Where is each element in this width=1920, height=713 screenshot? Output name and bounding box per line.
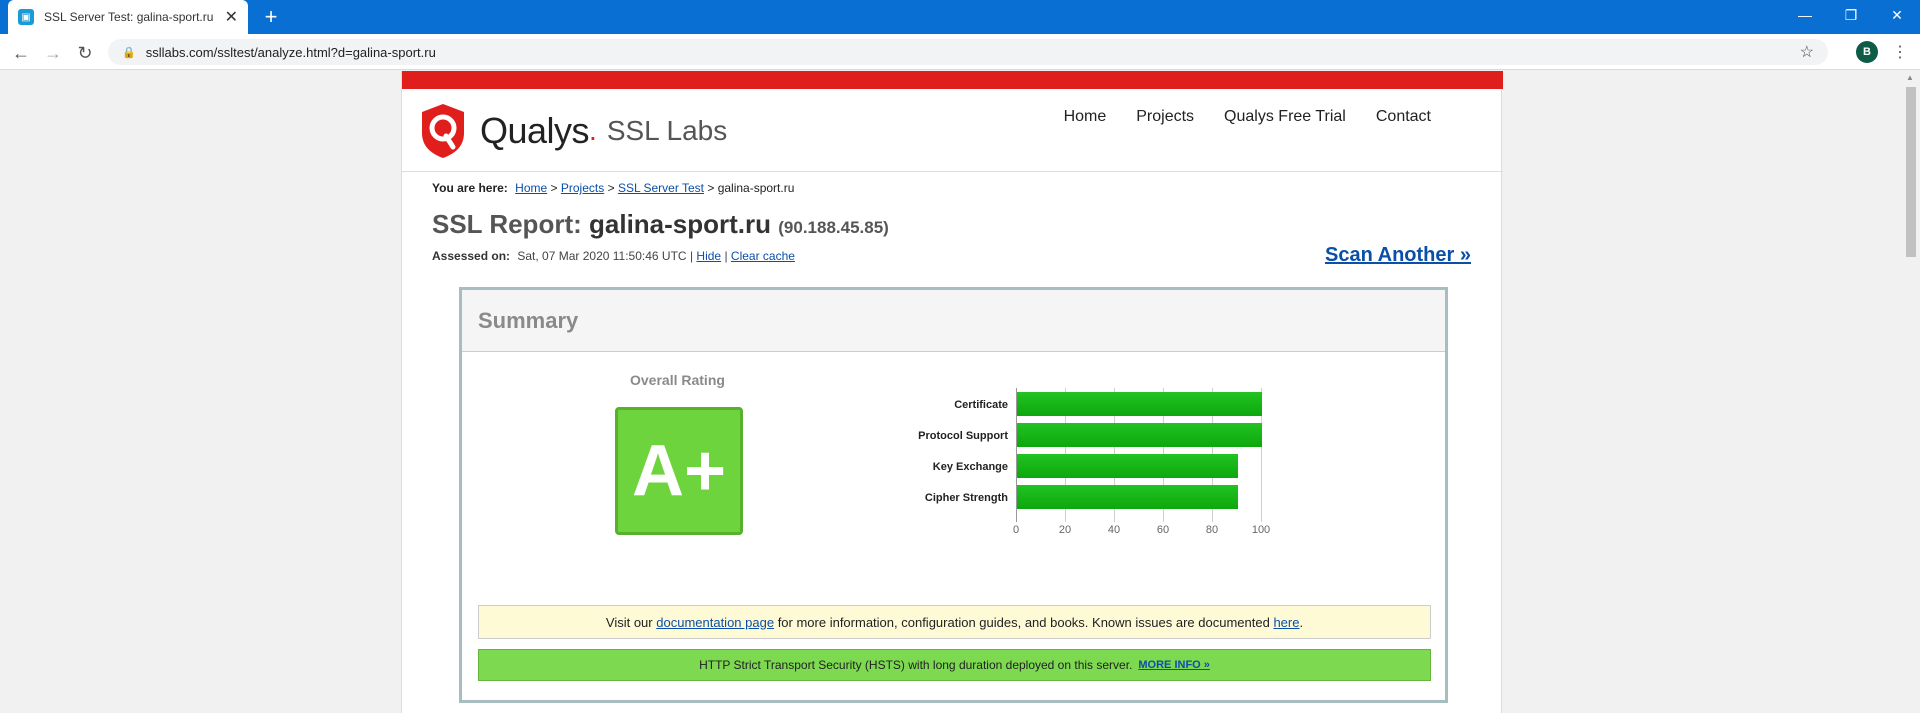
chart-bar-protocol-support bbox=[1017, 423, 1262, 447]
chart-category-label: Key Exchange bbox=[932, 461, 1008, 473]
known-issues-link[interactable]: here bbox=[1273, 615, 1299, 630]
chart-bar-cipher-strength bbox=[1017, 485, 1238, 509]
chart-bar-key-exchange bbox=[1017, 454, 1238, 478]
nav-projects[interactable]: Projects bbox=[1136, 108, 1194, 126]
hsts-text: HTTP Strict Transport Security (HSTS) wi… bbox=[699, 658, 1133, 672]
notice-text: for more information, configuration guid… bbox=[777, 614, 1270, 630]
window-controls: — ❐ ✕ bbox=[1782, 0, 1920, 34]
assessed-sep: | bbox=[724, 249, 728, 263]
grade-badge: A+ bbox=[615, 407, 743, 535]
brand-dot: . bbox=[589, 115, 597, 146]
close-window-icon[interactable]: ✕ bbox=[1874, 0, 1920, 30]
hide-link[interactable]: Hide bbox=[696, 249, 721, 263]
breadcrumb-projects[interactable]: Projects bbox=[561, 181, 604, 195]
chart-tick-label: 40 bbox=[1107, 524, 1121, 536]
chart-tick-label: 80 bbox=[1205, 524, 1219, 536]
summary-panel: Summary Overall Rating A+ 0 20 40 60 80 100 Ce… bbox=[459, 287, 1448, 703]
url-text: ssllabs.com/ssltest/analyze.html?d=galin… bbox=[145, 44, 436, 60]
new-tab-icon[interactable]: + bbox=[258, 4, 284, 30]
chart-category-label: Cipher Strength bbox=[924, 492, 1008, 504]
clear-cache-link[interactable]: Clear cache bbox=[731, 249, 795, 263]
qualys-shield-icon bbox=[422, 104, 464, 158]
page-scrollbar[interactable]: ▲ bbox=[1902, 71, 1920, 713]
breadcrumb-sep: > bbox=[607, 181, 615, 195]
breadcrumb-label: You are here: bbox=[432, 181, 508, 195]
scroll-up-arrow-icon[interactable]: ▲ bbox=[1906, 73, 1914, 82]
chart-category-label: Protocol Support bbox=[918, 430, 1008, 442]
chart-tick-label: 100 bbox=[1251, 524, 1271, 536]
lock-favicon-icon: ▣ bbox=[18, 9, 34, 25]
chart-category-label: Certificate bbox=[954, 399, 1008, 411]
forward-icon[interactable]: → bbox=[40, 40, 66, 66]
header-divider bbox=[402, 171, 1503, 172]
profile-avatar[interactable]: B bbox=[1856, 41, 1878, 63]
menu-kebab-icon[interactable]: ⋮ bbox=[1890, 40, 1910, 64]
documentation-page-link[interactable]: documentation page bbox=[656, 615, 774, 630]
breadcrumb-home[interactable]: Home bbox=[515, 181, 547, 195]
main-nav: Home Projects Qualys Free Trial Contact bbox=[1064, 108, 1431, 126]
back-icon[interactable]: ← bbox=[8, 40, 34, 66]
report-ip: (90.188.45.85) bbox=[778, 218, 889, 237]
page-container: Qualys . SSL Labs Home Projects Qualys F… bbox=[401, 71, 1503, 713]
assessed-sep: | bbox=[689, 249, 694, 263]
page-title: SSL Report: galina-sport.ru (90.188.45.8… bbox=[432, 209, 889, 240]
breadcrumb: You are here: Home > Projects > SSL Serv… bbox=[432, 181, 794, 195]
product-name: SSL Labs bbox=[606, 115, 728, 146]
nav-home[interactable]: Home bbox=[1064, 108, 1107, 126]
minimize-icon[interactable]: — bbox=[1782, 0, 1828, 30]
report-title-prefix: SSL Report: bbox=[432, 209, 582, 239]
summary-title: Summary bbox=[478, 307, 579, 333]
scan-another-link[interactable]: Scan Another » bbox=[1325, 244, 1471, 267]
report-host: galina-sport.ru bbox=[589, 209, 772, 239]
overall-rating-label: Overall Rating bbox=[630, 372, 725, 388]
notice-text: . bbox=[1299, 614, 1304, 630]
breadcrumb-current: galina-sport.ru bbox=[717, 181, 795, 195]
breadcrumb-ssl-server-test[interactable]: SSL Server Test bbox=[618, 181, 704, 195]
chart-bar-certificate bbox=[1017, 392, 1262, 416]
lock-icon: 🔒 bbox=[122, 46, 136, 59]
assessed-date: Sat, 07 Mar 2020 11:50:46 UTC bbox=[517, 249, 687, 263]
notice-text: Visit our bbox=[605, 614, 653, 630]
breadcrumb-sep: > bbox=[707, 181, 715, 195]
browser-tab[interactable]: ▣ SSL Server Test: galina-sport.ru ( ✕ bbox=[8, 0, 248, 34]
hsts-notice: HTTP Strict Transport Security (HSTS) wi… bbox=[478, 649, 1431, 681]
brand-name: Qualys bbox=[480, 110, 590, 151]
bookmark-star-icon[interactable]: ☆ bbox=[1800, 42, 1814, 62]
chart-tick-label: 60 bbox=[1156, 524, 1170, 536]
qualys-logo[interactable]: Qualys . SSL Labs bbox=[420, 103, 727, 159]
tab-title: SSL Server Test: galina-sport.ru ( bbox=[44, 10, 217, 24]
close-tab-icon[interactable]: ✕ bbox=[225, 7, 238, 27]
chart-tick-label: 20 bbox=[1058, 524, 1072, 536]
top-red-bar bbox=[402, 71, 1503, 89]
assessed-line: Assessed on: Sat, 07 Mar 2020 11:50:46 U… bbox=[432, 249, 795, 263]
reload-icon[interactable]: ↻ bbox=[72, 40, 98, 66]
summary-header: Summary bbox=[462, 290, 1445, 352]
rating-bar-chart: 0 20 40 60 80 100 Certificate Protocol Support K… bbox=[916, 388, 1336, 548]
restore-icon[interactable]: ❐ bbox=[1828, 0, 1874, 30]
assessed-label: Assessed on: bbox=[432, 249, 511, 263]
more-info-link[interactable]: MORE INFO » bbox=[1138, 659, 1210, 671]
breadcrumb-sep: > bbox=[550, 181, 558, 195]
address-bar[interactable]: 🔒 ssllabs.com/ssltest/analyze.html?d=gal… bbox=[108, 39, 1828, 65]
browser-toolbar: ← → ↻ 🔒 ssllabs.com/ssltest/analyze.html… bbox=[0, 34, 1920, 70]
chart-tick-label: 0 bbox=[1012, 524, 1020, 536]
scroll-thumb[interactable] bbox=[1906, 87, 1916, 257]
nav-contact[interactable]: Contact bbox=[1376, 108, 1431, 126]
browser-tab-bar: ▣ SSL Server Test: galina-sport.ru ( ✕ +… bbox=[0, 0, 1920, 34]
documentation-notice: Visit our documentation page for more in… bbox=[478, 605, 1431, 639]
nav-free-trial[interactable]: Qualys Free Trial bbox=[1224, 108, 1346, 126]
